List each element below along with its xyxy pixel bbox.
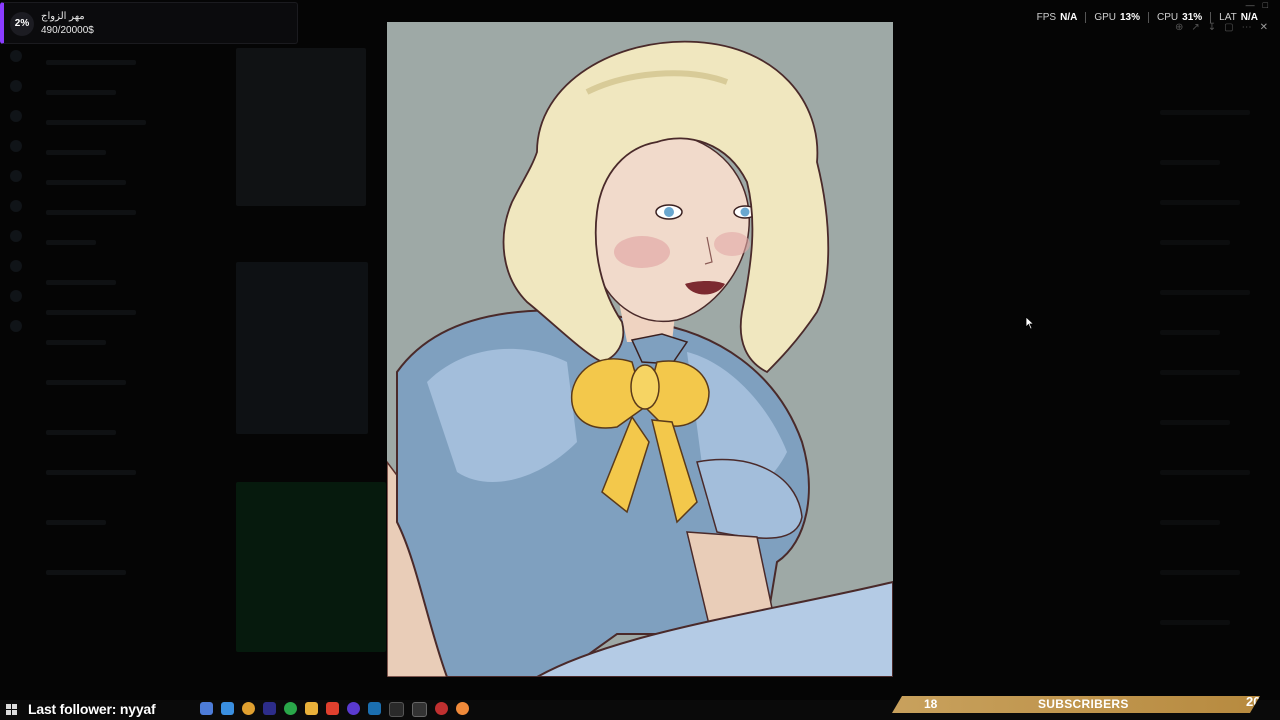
browser-icon[interactable] — [435, 702, 448, 715]
goal-percent-badge: 2% — [10, 12, 34, 36]
taskbar-apps — [200, 702, 469, 717]
image-viewer-toolbar: ⊕ ↗ ↧ ▢ ⋯ ✕ — [1175, 22, 1268, 33]
donation-goal-widget: 2% مهر الزواج 490/20000$ — [0, 2, 298, 44]
more-icon[interactable]: ⋯ — [1242, 22, 1252, 33]
close-icon[interactable]: ✕ — [1260, 22, 1268, 33]
paint-icon[interactable] — [456, 702, 469, 715]
fps-value: N/A — [1060, 12, 1078, 23]
last-follower-text: Last follower: nyyaf — [28, 701, 156, 717]
minimize-icon[interactable]: — — [1246, 0, 1255, 10]
subscribers-label: SUBSCRIBERS — [1038, 697, 1129, 711]
open-external-icon[interactable]: ▢ — [1224, 22, 1233, 33]
edge-icon[interactable] — [200, 702, 213, 715]
brave-icon[interactable] — [326, 702, 339, 715]
zoom-icon[interactable]: ⊕ — [1175, 22, 1183, 33]
file-explorer-icon[interactable] — [305, 702, 318, 715]
steam-icon[interactable] — [368, 702, 381, 715]
fps-label: FPS — [1036, 12, 1057, 23]
whatsapp-icon[interactable] — [284, 702, 297, 715]
store-icon[interactable] — [221, 702, 234, 715]
background-sidebar — [0, 40, 30, 400]
artwork-canvas — [387, 22, 893, 677]
artwork-illustration — [387, 40, 893, 677]
background-image-card — [236, 482, 386, 652]
mouse-cursor-icon — [1025, 316, 1035, 330]
subscribers-goal-bar: 18 SUBSCRIBERS 20 — [892, 696, 1260, 713]
goal-title: مهر الزواج — [41, 11, 85, 22]
download-icon[interactable]: ↧ — [1208, 22, 1216, 33]
terminal-icon[interactable] — [389, 702, 404, 717]
app-icon[interactable] — [412, 702, 427, 717]
gpu-value: 13% — [1120, 12, 1141, 23]
maximize-icon[interactable]: □ — [1263, 0, 1268, 10]
background-channel-list — [36, 50, 216, 650]
gpu-label: GPU — [1094, 12, 1116, 23]
premiere-icon[interactable] — [263, 702, 276, 715]
goal-amount: 490/20000$ — [41, 25, 94, 36]
windows-start-icon[interactable] — [6, 704, 17, 715]
background-image-card — [236, 48, 366, 206]
background-image-card — [236, 262, 368, 434]
chrome-icon[interactable] — [242, 702, 255, 715]
obs-icon[interactable] — [347, 702, 360, 715]
subscribers-count: 18 — [924, 697, 938, 711]
share-icon[interactable]: ↗ — [1191, 22, 1199, 33]
window-controls: — □ — [1246, 0, 1268, 10]
